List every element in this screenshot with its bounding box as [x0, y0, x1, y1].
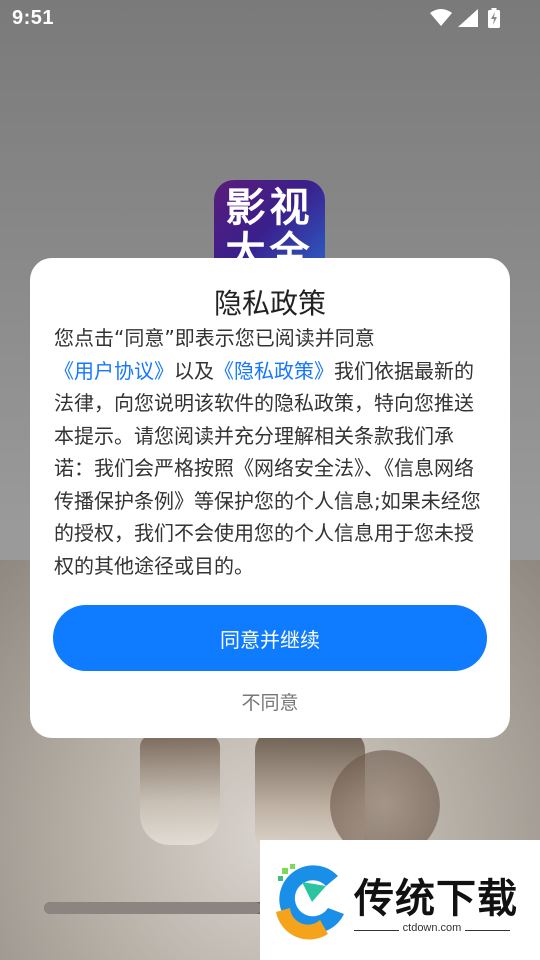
watermark: 传统下载 ctdown.com — [260, 840, 540, 960]
ctdown-logo-icon — [276, 864, 344, 940]
user-agreement-link[interactable]: 《用户协议》 — [54, 359, 174, 383]
status-icons — [430, 8, 500, 28]
dialog-body: 您点击“同意”即表示您已阅读并同意《用户协议》以及《隐私政策》我们依据最新的法律… — [54, 322, 486, 582]
body-text: 以及 — [174, 358, 214, 383]
agree-button[interactable]: 同意并继续 — [53, 605, 487, 671]
status-bar: 9:51 — [0, 0, 540, 36]
privacy-dialog: 隐私政策 您点击“同意”即表示您已阅读并同意《用户协议》以及《隐私政策》我们依据… — [30, 258, 510, 738]
dialog-title: 隐私政策 — [213, 287, 326, 320]
status-time: 9:51 — [12, 7, 55, 29]
privacy-policy-link[interactable]: 《隐私政策》 — [214, 359, 334, 383]
loading-progress-fill — [44, 902, 261, 914]
watermark-url: ctdown.com — [354, 922, 510, 934]
disagree-button[interactable]: 不同意 — [30, 688, 510, 715]
body-text: 我们依据最新的法律，向您说明该软件的隐私政策，特向您推送本提示。请您阅读并充分理… — [54, 358, 481, 578]
battery-charging-icon — [488, 8, 500, 28]
background-cup — [140, 735, 220, 845]
body-text: 您点击“同意”即表示您已阅读并同意 — [54, 326, 375, 350]
watermark-brand: 传统下载 — [354, 876, 518, 922]
cellular-signal-icon — [458, 9, 478, 27]
wifi-icon — [430, 9, 452, 26]
